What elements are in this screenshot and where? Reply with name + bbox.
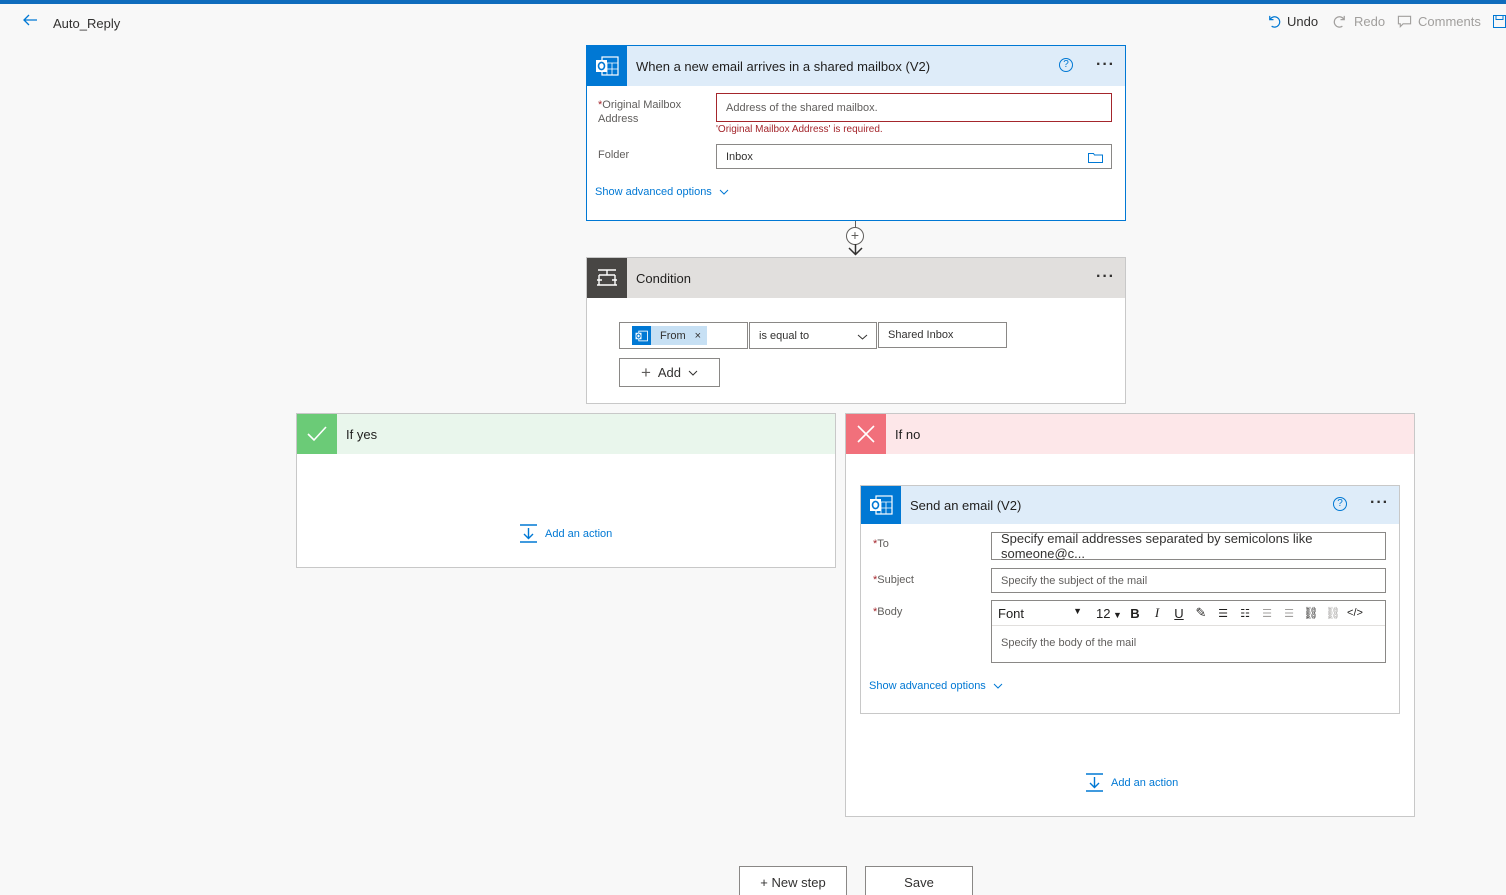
code-view-icon[interactable]: </> xyxy=(1344,607,1366,619)
body-placeholder: Specify the body of the mail xyxy=(1001,637,1137,649)
more-options-icon[interactable]: ··· xyxy=(1096,268,1115,286)
chevron-down-icon xyxy=(688,370,698,376)
redo-label: Redo xyxy=(1354,14,1386,29)
chevron-down-icon xyxy=(857,334,868,340)
mailbox-error-text: 'Original Mailbox Address' is required. xyxy=(716,124,883,135)
back-arrow-icon[interactable] xyxy=(22,12,38,28)
subject-label: *Subject xyxy=(873,574,914,586)
undo-icon xyxy=(1269,15,1281,28)
folder-value: Inbox xyxy=(726,150,753,163)
operator-value: is equal to xyxy=(759,329,810,342)
mailbox-label: *Original Mailbox Address xyxy=(598,99,682,125)
highlight-icon[interactable]: ✎ xyxy=(1190,605,1212,621)
help-icon[interactable]: ? xyxy=(1333,497,1347,511)
link-icon[interactable]: ⛓ xyxy=(1300,606,1322,620)
from-token[interactable]: From × xyxy=(632,326,708,345)
operator-dropdown[interactable]: is equal to xyxy=(749,322,877,349)
body-label: *Body xyxy=(873,606,903,618)
send-email-header[interactable]: Send an email (V2) ? ··· xyxy=(861,486,1399,524)
if-no-branch[interactable]: If no Send an email (V2) ? ··· *To Speci… xyxy=(845,413,1415,817)
comment-icon xyxy=(1397,15,1412,29)
outlook-icon xyxy=(632,326,651,345)
trigger-card[interactable]: When a new email arrives in a shared mai… xyxy=(586,45,1126,221)
to-label: *To xyxy=(873,538,889,550)
send-email-card[interactable]: Send an email (V2) ? ··· *To Specify ema… xyxy=(860,485,1400,714)
show-advanced-options[interactable]: Show advanced options xyxy=(869,680,1003,692)
chevron-down-icon xyxy=(719,189,729,195)
comments-button[interactable]: Comments xyxy=(1397,14,1481,29)
redo-button[interactable]: Redo xyxy=(1333,14,1385,29)
folder-icon[interactable] xyxy=(1088,151,1103,163)
add-action-icon xyxy=(1086,773,1103,792)
condition-left-operand[interactable]: From × xyxy=(619,322,748,349)
trigger-title: When a new email arrives in a shared mai… xyxy=(636,58,931,74)
font-dropdown[interactable]: Font ▼ xyxy=(992,606,1088,621)
condition-card[interactable]: Condition ··· From × is equal to Shared … xyxy=(586,257,1126,404)
plus-icon: + xyxy=(640,362,651,382)
more-options-icon[interactable]: ··· xyxy=(1096,56,1115,74)
add-an-action-no[interactable]: Add an action xyxy=(1085,773,1178,792)
increase-indent-icon[interactable]: ☰ xyxy=(1278,607,1300,620)
save-icon[interactable] xyxy=(1493,15,1506,28)
condition-title: Condition xyxy=(636,270,691,286)
italic-icon[interactable]: I xyxy=(1146,605,1168,621)
decrease-indent-icon[interactable]: ☰ xyxy=(1256,607,1278,620)
if-yes-header[interactable]: If yes xyxy=(297,414,835,454)
add-condition-button[interactable]: + Add xyxy=(619,358,720,387)
chevron-down-icon xyxy=(993,683,1003,689)
underline-icon[interactable]: U xyxy=(1168,606,1190,621)
help-icon[interactable]: ? xyxy=(1059,58,1073,72)
subject-input[interactable]: Specify the subject of the mail xyxy=(991,568,1386,593)
if-no-header[interactable]: If no xyxy=(846,414,1414,454)
more-options-icon[interactable]: ··· xyxy=(1370,494,1389,512)
condition-value-input[interactable]: Shared Inbox xyxy=(878,322,1007,348)
add-an-action-yes[interactable]: Add an action xyxy=(519,524,612,543)
new-step-button[interactable]: + New step xyxy=(739,866,847,895)
insert-step-plus-icon[interactable]: + xyxy=(846,227,864,245)
send-email-title: Send an email (V2) xyxy=(910,497,1022,513)
outlook-icon xyxy=(861,486,901,524)
connector-arrow-icon xyxy=(848,244,863,256)
unlink-icon[interactable]: ⛓ xyxy=(1322,606,1344,620)
undo-button[interactable]: Undo xyxy=(1266,14,1318,29)
condition-card-header[interactable]: Condition ··· xyxy=(587,258,1125,298)
rich-text-toolbar: Font ▼ 12 ▼ B I U ✎ ☰ ☷ ☰ ☰ ⛓ ⛓ </> xyxy=(992,601,1385,626)
show-advanced-options[interactable]: Show advanced options xyxy=(595,186,729,198)
mailbox-input[interactable]: Address of the shared mailbox. xyxy=(716,93,1112,122)
close-icon xyxy=(846,414,886,454)
bold-icon[interactable]: B xyxy=(1124,606,1146,621)
undo-label: Undo xyxy=(1287,14,1319,29)
if-yes-title: If yes xyxy=(346,426,378,442)
trigger-card-header[interactable]: When a new email arrives in a shared mai… xyxy=(587,46,1125,86)
outlook-icon xyxy=(587,46,627,86)
if-no-title: If no xyxy=(895,426,921,442)
checkmark-icon xyxy=(297,414,337,454)
add-action-icon xyxy=(520,524,537,543)
bullet-list-icon[interactable]: ☰ xyxy=(1212,607,1234,620)
from-token-label: From xyxy=(660,329,686,342)
if-yes-branch[interactable]: If yes Add an action xyxy=(296,413,836,568)
flow-name: Auto_Reply xyxy=(53,16,121,31)
body-editor[interactable]: Font ▼ 12 ▼ B I U ✎ ☰ ☷ ☰ ☰ ⛓ ⛓ </> Speci… xyxy=(991,600,1386,663)
folder-picker[interactable]: Inbox xyxy=(716,144,1112,169)
add-label: Add xyxy=(657,365,682,380)
folder-label: Folder xyxy=(598,149,630,161)
remove-token-icon[interactable]: × xyxy=(695,330,701,342)
redo-icon xyxy=(1333,15,1345,28)
numbered-list-icon[interactable]: ☷ xyxy=(1234,607,1256,620)
comments-label: Comments xyxy=(1418,14,1481,29)
font-size-dropdown[interactable]: 12 ▼ xyxy=(1088,606,1124,621)
save-button[interactable]: Save xyxy=(865,866,973,895)
to-input[interactable]: Specify email addresses separated by sem… xyxy=(991,531,1386,561)
condition-icon xyxy=(587,258,627,298)
